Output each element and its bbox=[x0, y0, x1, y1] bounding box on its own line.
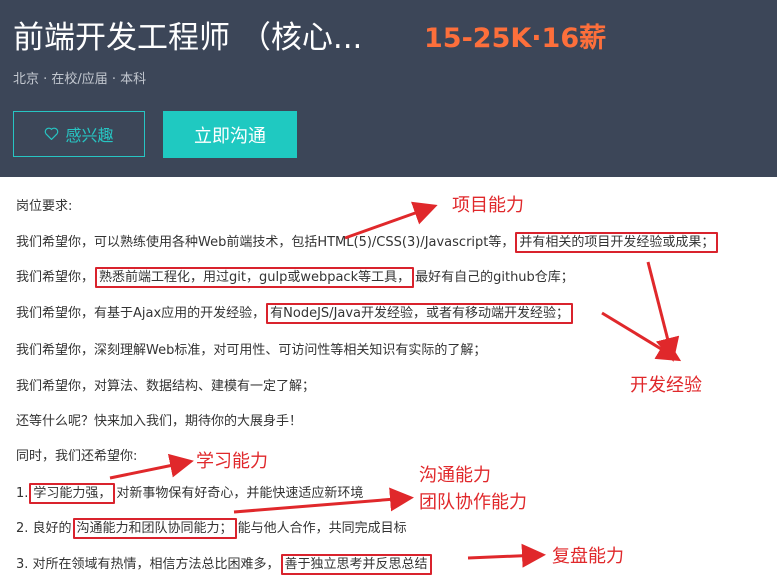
annotation-learning-ability: 学习能力 bbox=[196, 451, 268, 472]
arrow-review bbox=[467, 543, 546, 568]
arrow-learning bbox=[109, 453, 194, 480]
annotation-arrows bbox=[109, 201, 682, 568]
annotation-communication-ability: 沟通能力 bbox=[419, 465, 491, 486]
annotation-project-ability: 项目能力 bbox=[452, 195, 524, 216]
annotation-teamwork-ability: 团队协作能力 bbox=[419, 492, 527, 513]
annotation-dev-experience: 开发经验 bbox=[630, 375, 702, 396]
arrow-communication bbox=[233, 487, 414, 514]
arrow-project bbox=[344, 201, 438, 240]
arrow-dev-exp-2 bbox=[601, 311, 682, 362]
annotation-review-ability: 复盘能力 bbox=[552, 546, 624, 567]
